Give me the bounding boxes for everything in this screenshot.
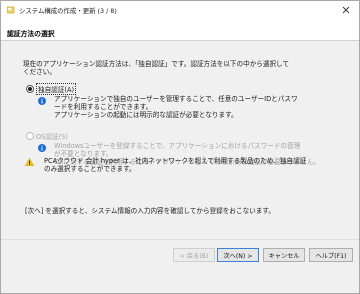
description-line: アプリケーションの起動には明示的な認証が必要となります。 — [54, 110, 238, 119]
next-button[interactable]: 次へ(N) > — [217, 248, 259, 262]
warning-message: PCAクラウド 会計 hyper は、社内ネットワークを超えて利用する製品のため… — [25, 157, 345, 173]
page-header: 認証方法の選択 — [1, 19, 359, 41]
close-button[interactable] — [333, 1, 359, 19]
radio-label-os-auth[interactable]: OS認証(S) — [36, 131, 68, 141]
warning-line: PCAクラウド 会計 hyper は、社内ネットワークを超えて利用する製品のため… — [44, 157, 307, 165]
intro-line: ください。 — [23, 68, 56, 76]
info-icon — [38, 97, 46, 105]
help-button[interactable]: ヘルプ(F1) — [309, 248, 353, 262]
warning-icon — [25, 158, 34, 166]
radio-button[interactable] — [26, 132, 34, 140]
back-button[interactable]: < 戻る(B) — [173, 248, 215, 262]
intro-line: 現在のアプリケーション認証方法は、「独自認証」です。認証方法を以下の中から選択し… — [23, 60, 290, 68]
window-title: システム構成の作成・更新 (3 / 8) — [19, 7, 117, 15]
intro-text: 現在のアプリケーション認証方法は、「独自認証」です。認証方法を以下の中から選択し… — [23, 60, 343, 76]
cancel-button[interactable]: キャンセル — [263, 248, 305, 262]
content-area: 現在のアプリケーション認証方法は、「独自認証」です。認証方法を以下の中から選択し… — [1, 42, 359, 262]
title-bar: システム構成の作成・更新 (3 / 8) — [1, 1, 359, 19]
footer-note: [次へ] を選択すると、システム情報の入力内容を確認してから登録をおこないます。 — [25, 207, 275, 215]
page-title: 認証方法の選択 — [7, 30, 55, 38]
radio-own-auth[interactable]: 独自認証(A) — [26, 83, 77, 95]
radio-button[interactable] — [26, 85, 34, 93]
warning-line: のみ選択することができます。 — [44, 165, 136, 173]
info-icon — [38, 144, 46, 152]
radio-os-auth[interactable]: OS認証(S) — [26, 131, 68, 141]
close-icon — [342, 6, 350, 14]
wizard-window: システム構成の作成・更新 (3 / 8) 認証方法の選択 現在のアプリケーション… — [0, 0, 360, 294]
own-auth-description: アプリケーションで独自のユーザーを管理することで、任意のユーザーIDとパスワ ー… — [38, 95, 348, 119]
radio-label-own-auth[interactable]: 独自認証(A) — [36, 83, 77, 95]
app-icon — [7, 6, 15, 14]
button-bar: < 戻る(B) 次へ(N) > キャンセル ヘルプ(F1) — [1, 239, 359, 293]
